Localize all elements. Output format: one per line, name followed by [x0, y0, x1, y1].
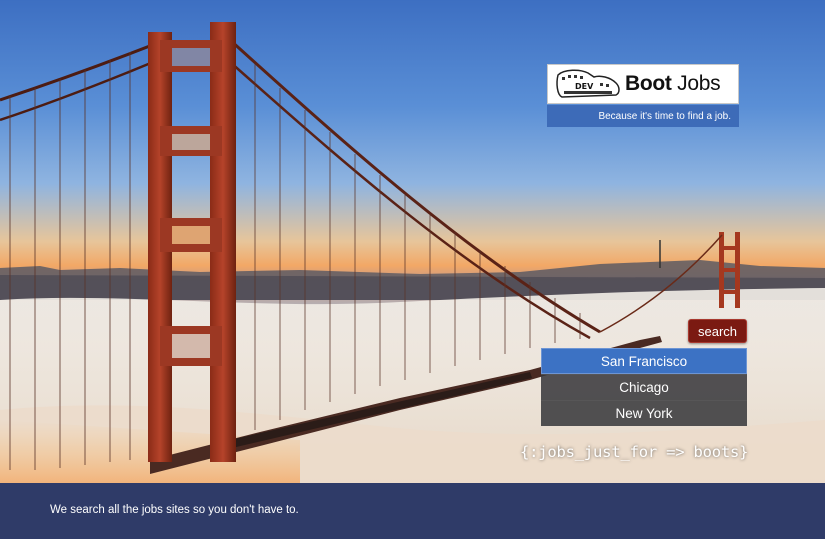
city-option-new-york[interactable]: New York — [541, 400, 747, 426]
footer: We search all the jobs sites so you don'… — [0, 483, 825, 539]
footer-text: We search all the jobs sites so you don'… — [50, 504, 299, 516]
boot-logo-icon: DEV — [556, 69, 620, 98]
city-list: San Francisco Chicago New York — [541, 348, 747, 426]
search-button[interactable]: search — [688, 319, 747, 343]
brand-name: Boot Jobs — [625, 72, 721, 96]
brand-tagline: Because it's time to find a job. — [547, 105, 739, 127]
logo-mark-text: DEV — [575, 82, 594, 91]
city-option-chicago[interactable]: Chicago — [541, 374, 747, 400]
logo[interactable]: DEV Boot Jobs — [547, 64, 739, 104]
city-option-san-francisco[interactable]: San Francisco — [541, 348, 747, 374]
code-tagline: {:jobs_just_for => boots} — [520, 443, 749, 461]
brand-name-bold: Boot — [625, 72, 672, 95]
brand-name-regular: Jobs — [677, 72, 721, 95]
